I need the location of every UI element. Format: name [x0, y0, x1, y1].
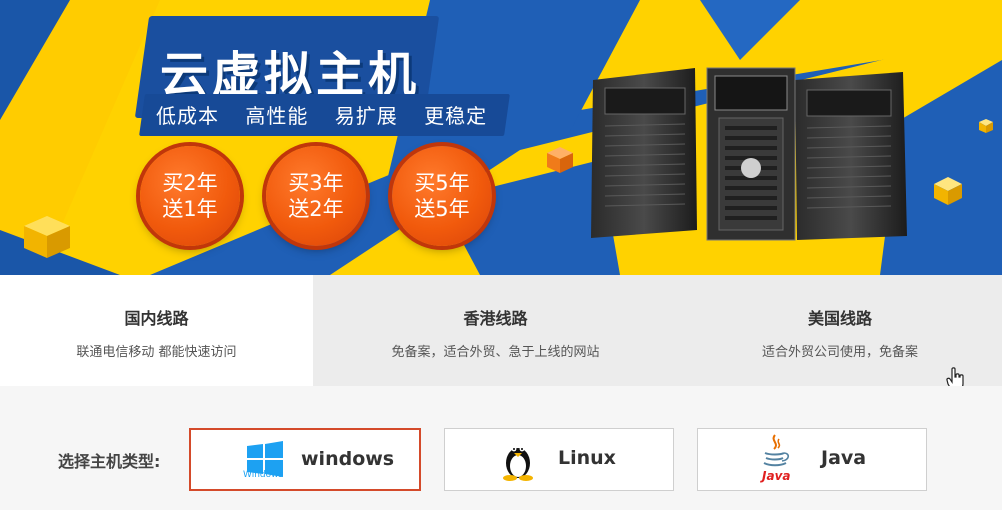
promo-line1: 买5年: [414, 171, 470, 195]
promo-badge-2yr: 买2年 送1年: [140, 146, 240, 246]
promo-line1: 买2年: [162, 171, 218, 195]
line-tab-desc: 联通电信移动 都能快速访问: [76, 345, 237, 360]
promo-line1: 买3年: [288, 171, 344, 195]
servers-illustration: [591, 67, 907, 241]
java-logo-icon: [763, 434, 790, 467]
host-type-label: 选择主机类型:: [58, 452, 161, 471]
decor-cube: [24, 216, 70, 258]
host-type-windows-button[interactable]: Windows windows: [189, 428, 421, 491]
java-icon-caption: Java: [762, 469, 791, 483]
line-tab-desc: 适合外贸公司使用，免备案: [761, 345, 918, 360]
feature-item: 更稳定: [424, 104, 488, 128]
line-tab-title: 香港线路: [463, 309, 528, 328]
windows-icon-caption: Windows: [243, 470, 284, 480]
feature-list: 低成本 高性能 易扩展 更稳定: [156, 100, 507, 129]
decor-cube: [979, 119, 993, 133]
page: 云虚拟主机 低成本 高性能 易扩展 更稳定 买2年 送1年 买3年 送2年 买5…: [0, 0, 1002, 510]
promo-line2: 送1年: [162, 197, 218, 221]
feature-item: 高性能: [245, 104, 309, 128]
host-type-linux-button[interactable]: Linux: [444, 428, 674, 491]
line-tab-title: 国内线路: [124, 309, 189, 328]
host-type-java-button[interactable]: Java Java: [697, 428, 927, 491]
promo-line2: 送2年: [288, 197, 344, 221]
promo-line2: 送5年: [414, 197, 470, 221]
feature-item: 易扩展: [334, 104, 398, 128]
hero-banner: 云虚拟主机 低成本 高性能 易扩展 更稳定 买2年 送1年 买3年 送2年 买5…: [0, 0, 1002, 275]
host-type-name: Linux: [558, 447, 616, 469]
line-tab-domestic[interactable]: 国内线路 联通电信移动 都能快速访问: [0, 275, 313, 386]
line-tab-hongkong[interactable]: 香港线路 免备案，适合外贸、急于上线的网站: [313, 275, 678, 386]
promo-badge-3yr: 买3年 送2年: [266, 146, 366, 246]
host-type-name: Java: [821, 447, 867, 469]
linux-penguin-icon: [503, 446, 533, 481]
line-selector: 国内线路 联通电信移动 都能快速访问 香港线路 免备案，适合外贸、急于上线的网站…: [0, 275, 1002, 386]
promo-badge-5yr: 买5年 送5年: [392, 146, 492, 246]
decor-cube: [547, 147, 573, 173]
line-tab-desc: 免备案，适合外贸、急于上线的网站: [391, 345, 600, 360]
host-type-name: windows: [301, 448, 395, 470]
decor-cube: [934, 177, 962, 205]
line-tab-title: 美国线路: [807, 309, 872, 328]
feature-item: 低成本: [156, 104, 219, 128]
